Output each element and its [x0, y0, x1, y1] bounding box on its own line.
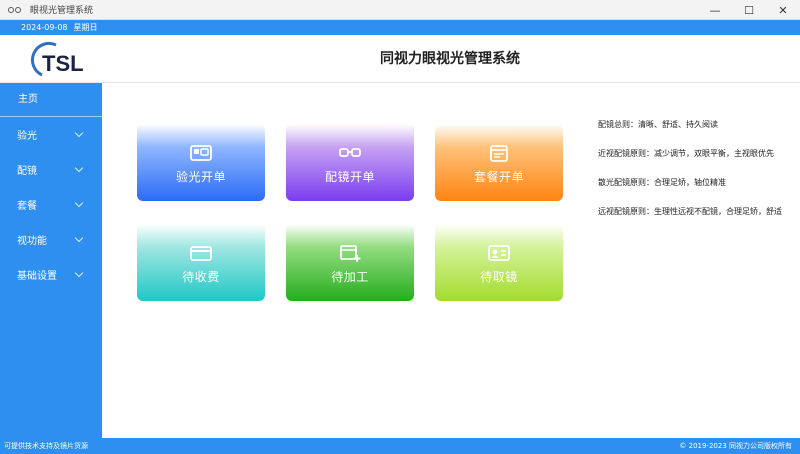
chevron-down-icon [74, 198, 84, 208]
window-title: 眼视光管理系统 [30, 6, 94, 16]
footer-support-text: 可提供技术支持及镜片货源 [4, 442, 88, 450]
lens-fitting-guidelines: 配镜总则：清晰、舒适、持久阅读 近视配镜原则：减少调节，双眼平衡，主视眼优先 散… [598, 119, 798, 235]
sidebar-item-visual-function[interactable]: 视功能 [0, 222, 102, 257]
page-title: 同视力眼视光管理系统 [380, 51, 520, 67]
minimize-button[interactable]: — [698, 0, 732, 20]
current-weekday: 星期日 [73, 23, 98, 32]
glasses-app-icon [8, 4, 22, 16]
sidebar: 主页 验光 配镜 套餐 视功能 基础设置 [0, 83, 102, 438]
glasses-order-tile[interactable]: 配镜开单 [286, 124, 414, 201]
guideline-myopia: 近视配镜原则：减少调节，双眼平衡，主视眼优先 [598, 149, 774, 158]
sidebar-item-home[interactable]: 主页 [0, 83, 102, 117]
id-card-icon [488, 245, 510, 261]
guideline-hyperopia: 远视配镜原则：生理性远视不配镜，合理足矫，舒适 [598, 207, 782, 216]
sidebar-item-label: 配镜 [17, 166, 37, 177]
guideline-astigmatism: 散光配镜原则：合理足矫，轴位精准 [598, 178, 726, 187]
maximize-button[interactable]: ☐ [732, 0, 766, 20]
window-controls: — ☐ ✕ [698, 0, 800, 20]
main-content: 验光开单 配镜开单 套餐开单 待收费 待加工 待取镜 配镜总则：清晰、舒适、持久… [102, 83, 800, 438]
package-order-tile[interactable]: 套餐开单 [435, 124, 563, 201]
add-document-icon [340, 245, 361, 262]
pending-payment-tile[interactable]: 待收费 [137, 224, 265, 301]
sidebar-item-glasses[interactable]: 配镜 [0, 152, 102, 187]
sidebar-item-label: 基础设置 [17, 271, 57, 282]
chevron-down-icon [74, 268, 84, 278]
window-titlebar: 眼视光管理系统 — ☐ ✕ [0, 0, 800, 20]
sidebar-item-package[interactable]: 套餐 [0, 187, 102, 222]
optometry-order-tile[interactable]: 验光开单 [137, 124, 265, 201]
sidebar-item-optometry[interactable]: 验光 [0, 117, 102, 152]
chevron-down-icon [74, 128, 84, 138]
sidebar-item-basic-settings[interactable]: 基础设置 [0, 257, 102, 292]
calendar-icon [490, 145, 508, 162]
pending-processing-tile[interactable]: 待加工 [286, 224, 414, 301]
guideline-general: 配镜总则：清晰、舒适、持久阅读 [598, 120, 718, 129]
sidebar-item-label: 套餐 [17, 201, 37, 212]
current-date: 2024-09-08 [21, 23, 68, 32]
sidebar-item-label: 验光 [17, 131, 37, 142]
card-icon [190, 246, 212, 261]
camera-icon [190, 145, 212, 161]
date-bar: 2024-09-08 星期日 [0, 20, 800, 35]
chevron-down-icon [74, 163, 84, 173]
glasses-icon [339, 148, 361, 157]
footer-bar: 可提供技术支持及镜片货源 © 2019-2023 同视力公司版权所有 [0, 438, 800, 454]
app-header: TSL 同视力眼视光管理系统 [0, 35, 800, 83]
pending-pickup-tile[interactable]: 待取镜 [435, 224, 563, 301]
close-button[interactable]: ✕ [766, 0, 800, 20]
footer-copyright: © 2019-2023 同视力公司版权所有 [679, 442, 792, 450]
sidebar-item-label: 视功能 [17, 236, 47, 247]
chevron-down-icon [74, 233, 84, 243]
